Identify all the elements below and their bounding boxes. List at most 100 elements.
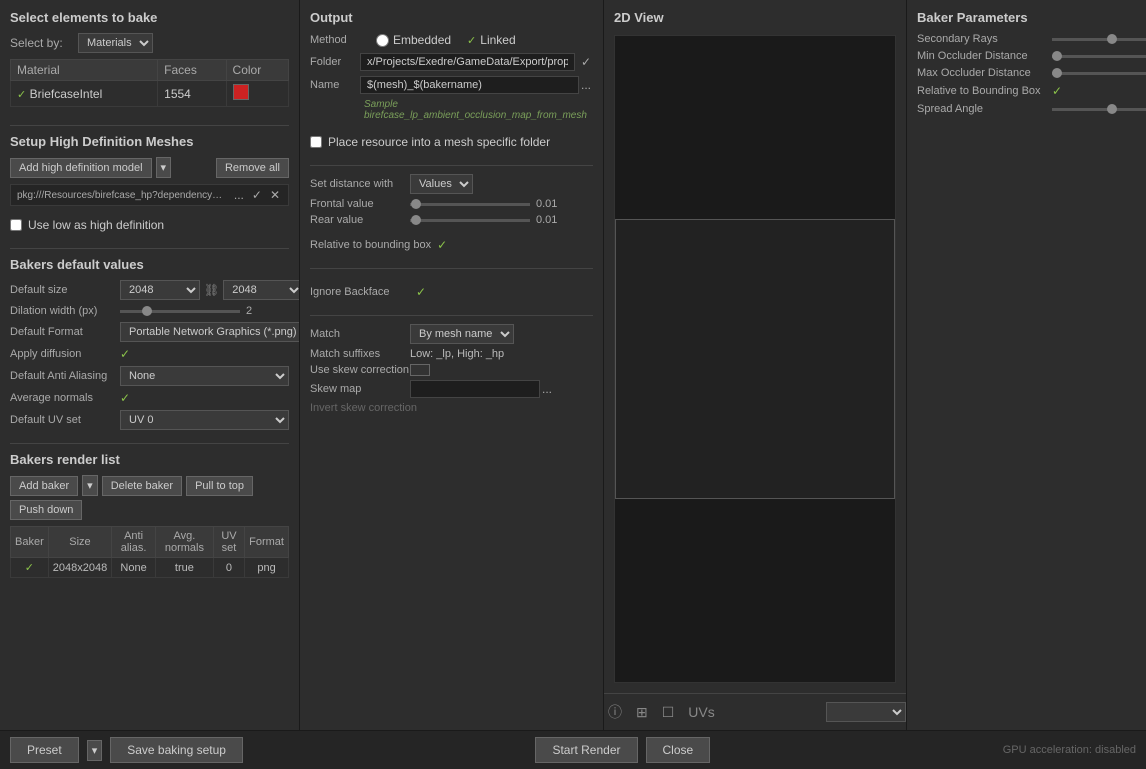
bakers-default-title: Bakers default values [10,257,289,272]
place-resource-checkbox[interactable] [310,136,322,148]
linked-option: ✓ Linked [467,33,516,47]
ignore-backface-row: Ignore Backface ✓ [310,285,593,299]
row-check[interactable]: ✓ [17,89,26,101]
use-low-row: Use low as high definition [10,218,289,232]
embedded-radio[interactable] [376,34,389,47]
min-occluder-slider[interactable] [1052,55,1146,58]
secondary-rays-slider[interactable] [1052,38,1146,41]
select-by-dropdown[interactable]: Materials [78,33,153,53]
relative-bb-param-label: Relative to Bounding Box [917,85,1052,97]
min-occluder-label: Min Occluder Distance [917,50,1052,62]
relative-bb-check[interactable]: ✓ [437,238,447,252]
use-low-label: Use low as high definition [28,218,164,232]
size-select-1[interactable]: 2048 [120,280,200,300]
default-uv-select[interactable]: UV 0 [120,410,289,430]
baker-col: Baker [11,527,49,558]
use-low-checkbox[interactable] [10,219,22,231]
apply-diffusion-label: Apply diffusion [10,348,120,360]
bottom-bar: Preset ▾ Save baking setup Start Render … [0,730,1146,769]
faces-value: 1554 [158,81,226,107]
push-down-button[interactable]: Push down [10,500,82,520]
add-baker-button[interactable]: Add baker [10,476,78,496]
frontal-slider[interactable] [410,203,530,206]
skew-map-browse-icon[interactable]: ... [540,382,554,396]
secondary-rays-label: Secondary Rays [917,33,1052,45]
add-hd-button[interactable]: Add high definition model [10,158,152,178]
frontal-value: 0.01 [536,198,566,210]
skew-map-input[interactable] [410,380,540,398]
add-hd-dropdown[interactable]: ▾ [156,157,172,178]
apply-diffusion-check[interactable]: ✓ [120,347,130,361]
mesh-confirm-icon[interactable]: ✓ [250,188,264,202]
middle-panel: Output Method Embedded ✓ Linked Folder ✓… [300,0,604,730]
average-normals-row: Average normals ✓ [10,391,289,405]
color-swatch[interactable] [233,84,249,100]
output-title: Output [310,10,593,25]
size-select-2[interactable]: 2048 [223,280,300,300]
rear-slider[interactable] [410,219,530,222]
max-occluder-slider[interactable] [1052,72,1146,75]
preset-dropdown[interactable]: ▾ [87,740,103,761]
folder-input[interactable] [360,53,575,71]
apply-diffusion-row: Apply diffusion ✓ [10,347,289,361]
default-aa-select[interactable]: None [120,366,289,386]
relative-bb-param-check[interactable]: ✓ [1052,84,1062,98]
pull-to-top-button[interactable]: Pull to top [186,476,253,496]
preset-button[interactable]: Preset [10,737,79,763]
name-input[interactable] [360,76,579,94]
faces-col-header: Faces [158,60,226,81]
match-select[interactable]: By mesh name [410,324,514,344]
relative-bb-row: Relative to bounding box ✓ [310,238,593,252]
spread-angle-slider[interactable] [1052,108,1146,111]
average-normals-check[interactable]: ✓ [120,391,130,405]
mesh-close-icon[interactable]: ✕ [268,188,282,202]
ignore-backface-check[interactable]: ✓ [416,285,426,299]
bakers-render-title: Bakers render list [10,452,289,467]
remove-all-button[interactable]: Remove all [216,158,289,178]
place-resource-label: Place resource into a mesh specific fold… [328,135,550,149]
frontal-label: Frontal value [310,198,410,210]
grid-icon[interactable]: ⊞ [632,702,652,723]
left-panel: Select elements to bake Select by: Mater… [0,0,300,730]
set-distance-row: Set distance with Values [310,174,593,194]
relative-bb-param-row: Relative to Bounding Box ✓ [917,84,1136,98]
uv-select[interactable] [826,702,906,722]
view-title: 2D View [614,10,896,25]
baker-params-panel: Baker Parameters Secondary Rays Min Occl… [906,0,1146,730]
set-distance-select[interactable]: Values [410,174,473,194]
close-button[interactable]: Close [646,737,711,763]
name-row: Name ... [310,76,593,94]
mesh-options-icon[interactable]: ... [232,188,246,202]
info-icon[interactable]: ⓘ [604,700,626,724]
spread-angle-label: Spread Angle [917,103,1052,115]
linked-check: ✓ [467,34,476,47]
match-suffixes-row: Match suffixes Low: _lp, High: _hp [310,348,593,360]
default-format-select[interactable]: Portable Network Graphics (*.png) [120,322,300,342]
baker-aa: None [112,558,156,578]
default-aa-row: Default Anti Aliasing None [10,366,289,386]
start-render-button[interactable]: Start Render [535,737,637,763]
default-aa-label: Default Anti Aliasing [10,370,120,382]
name-options-icon[interactable]: ... [579,78,593,92]
invert-skew-label: Invert skew correction [310,402,417,414]
save-setup-button[interactable]: Save baking setup [110,737,243,763]
display-icon[interactable]: ☐ [658,702,679,723]
use-skew-label: Use skew correction [310,364,410,376]
add-baker-dropdown[interactable]: ▾ [82,475,98,496]
material-col-header: Material [11,60,158,81]
use-skew-row: Use skew correction [310,364,593,376]
delete-baker-button[interactable]: Delete baker [102,476,182,496]
uv-label: UVs [684,702,718,722]
baker-uv: 0 [213,558,244,578]
aa-col: Anti alias. [112,527,156,558]
size-input-group: 2048 ⛓ 2048 [120,280,300,300]
baker-row-check[interactable]: ✓ [25,562,34,574]
folder-browse-icon[interactable]: ✓ [579,55,593,69]
frontal-row: Frontal value 0.01 [310,198,593,210]
dilation-slider[interactable] [120,310,240,313]
rear-value: 0.01 [536,214,566,226]
material-name: BriefcaseIntel [30,87,103,101]
gpu-acceleration-label: GPU acceleration: disabled [1003,744,1136,756]
view-toolbar: ⓘ ⊞ ☐ UVs [604,693,906,730]
folder-input-group: ✓ [360,53,593,71]
